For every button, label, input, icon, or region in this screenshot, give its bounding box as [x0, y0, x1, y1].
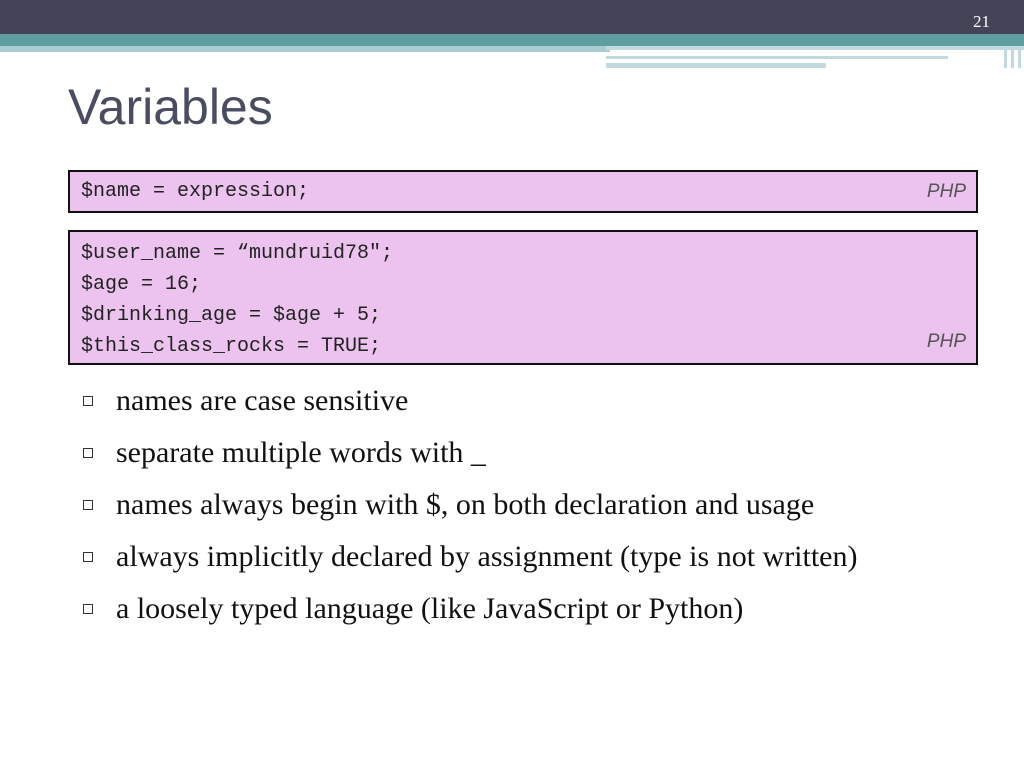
bullet-text: a loosely typed language (like JavaScrip… — [116, 592, 744, 625]
bullet-item: separate multiple words with _ — [80, 432, 930, 473]
bullet-item: a loosely typed language (like JavaScrip… — [80, 588, 930, 629]
header-bar-teal — [0, 34, 1024, 46]
slide: 21 Variables $name = expression; PHP $us… — [0, 0, 1024, 768]
hollow-square-bullet-icon — [83, 500, 93, 510]
bullet-text: always implicitly declared by assignment… — [116, 540, 858, 573]
syntax-code-box: $name = expression; PHP — [68, 170, 978, 213]
example-code-box: $user_name = “mundruid78"; $age = 16; $d… — [68, 230, 978, 365]
header-bar-dark — [0, 0, 1024, 34]
header-deco-line — [606, 46, 1024, 50]
hollow-square-bullet-icon — [83, 604, 93, 614]
code-line: $this_class_rocks = TRUE; — [81, 335, 382, 358]
language-label: PHP — [926, 181, 966, 202]
bullet-text: names are case sensitive — [116, 384, 409, 417]
code-line: $drinking_age = $age + 5; — [81, 304, 382, 327]
hollow-square-bullet-icon — [83, 396, 93, 406]
header-deco-stripe — [1011, 46, 1014, 68]
header-deco-stripe — [1018, 46, 1021, 68]
header-bar-light — [0, 46, 610, 52]
bullet-text: separate multiple words with _ — [116, 436, 486, 469]
bullet-item: names always begin with $, on both decla… — [80, 484, 930, 525]
bullet-text: names always begin with $, on both decla… — [116, 488, 815, 521]
header-deco-stripe — [1004, 46, 1007, 68]
slide-number: 21 — [973, 12, 990, 31]
header-deco-line — [606, 56, 948, 59]
hollow-square-bullet-icon — [83, 552, 93, 562]
slide-title: Variables — [68, 79, 273, 135]
code-line: $user_name = “mundruid78"; — [81, 242, 394, 265]
language-label: PHP — [926, 331, 966, 352]
header-deco-line — [606, 63, 826, 68]
bullet-list: names are case sensitive separate multip… — [80, 380, 930, 640]
hollow-square-bullet-icon — [83, 448, 93, 458]
code-line: $age = 16; — [81, 273, 202, 296]
bullet-item: always implicitly declared by assignment… — [80, 536, 930, 577]
bullet-item: names are case sensitive — [80, 380, 930, 421]
code-line: $name = expression; — [81, 180, 310, 203]
